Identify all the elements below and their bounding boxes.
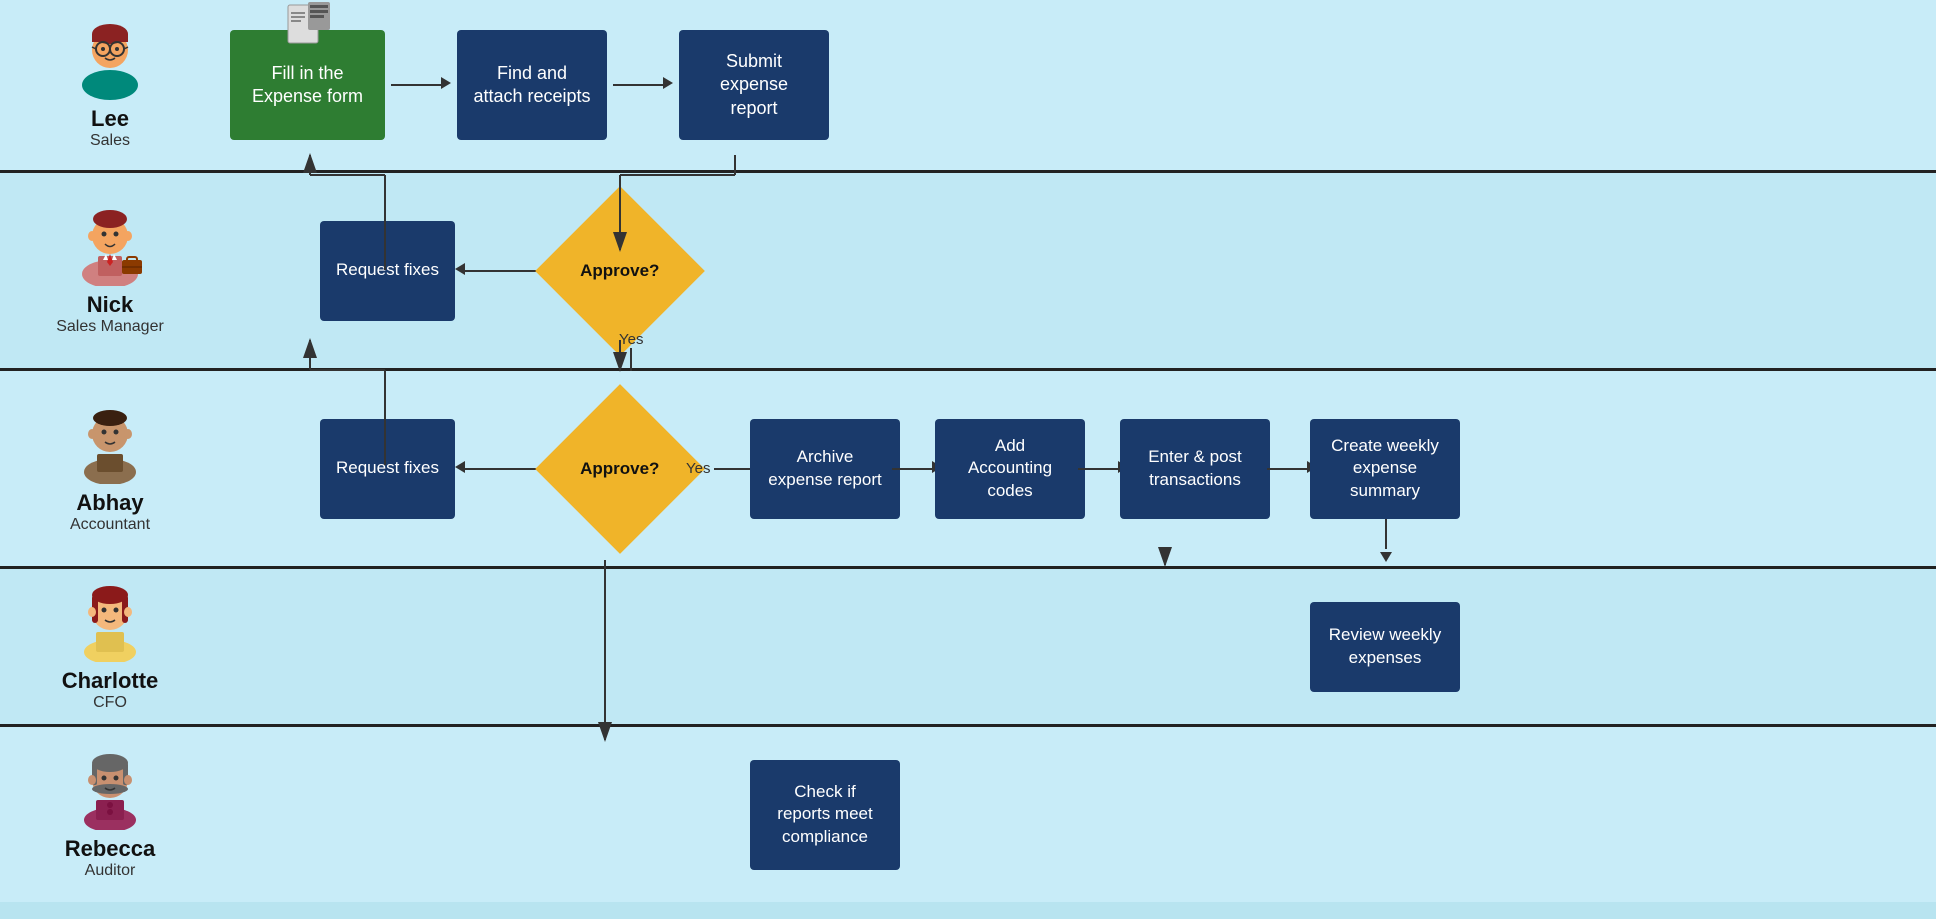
enter-post-box: Enter & post transactions [1120,419,1270,519]
actor-lee-role: Sales [90,132,130,150]
approve-abhay-diamond: Approve? [535,384,705,554]
actor-rebecca-role: Auditor [85,862,136,880]
submit-report-box: Submit expense report [679,30,829,140]
arrow-find-to-submit [613,76,673,94]
arrow-no-abhay [455,460,465,478]
actor-charlotte: Charlotte CFO [0,572,220,722]
archive-report-box: Archive expense report [750,419,900,519]
add-accounting-box: Add Accounting codes [935,419,1085,519]
actor-abhay: Abhay Accountant [0,394,220,544]
actor-rebecca: Rebecca Auditor [0,740,220,890]
check-compliance-box: Check if reports meet compliance [750,760,900,870]
lee-avatar [70,20,150,100]
actor-rebecca-name: Rebecca [65,836,156,862]
abhay-avatar [70,404,150,484]
document-icon [283,0,333,50]
rebecca-avatar [70,750,150,830]
actor-lee-name: Lee [91,106,129,132]
actor-charlotte-role: CFO [93,694,127,712]
nick-avatar [70,206,150,286]
actor-abhay-role: Accountant [70,516,150,534]
arrow-no-nick-left [455,262,465,280]
actor-charlotte-name: Charlotte [62,668,159,694]
actor-nick: Nick Sales Manager [0,196,220,346]
actor-abhay-name: Abhay [76,490,143,516]
request-fixes-abhay-box: Request fixes [320,419,455,519]
actor-lee: Lee Sales [0,10,220,160]
find-receipts-box: Find and attach receipts [457,30,607,140]
request-fixes-nick-box: Request fixes [320,221,455,321]
actor-nick-role: Sales Manager [56,318,164,336]
review-weekly-box: Review weekly expenses [1310,602,1460,692]
charlotte-avatar [70,582,150,662]
actor-nick-name: Nick [87,292,133,318]
create-weekly-box: Create weekly expense summary [1310,419,1460,519]
arrow-weekly-down [1380,519,1392,567]
arrow-fill-to-find [391,76,451,94]
